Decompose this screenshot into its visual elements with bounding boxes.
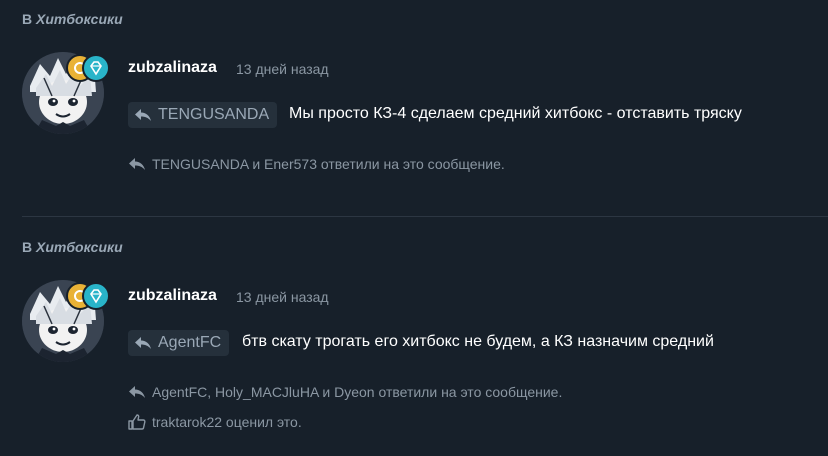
reply-quote-chip[interactable]: AgentFC <box>128 330 230 356</box>
quoted-user: TENGUSANDA <box>158 106 270 123</box>
diamond-badge-icon[interactable] <box>82 54 110 82</box>
post-timestamp[interactable]: 13 дней назад <box>236 289 329 305</box>
reply-arrow-icon <box>129 158 145 170</box>
section-name: Хитбоксики <box>36 11 123 27</box>
author-username[interactable]: zubzalinaza <box>128 59 217 77</box>
reply-arrow-icon <box>129 386 145 398</box>
section-prefix: В <box>22 11 33 27</box>
quoted-user: AgentFC <box>158 334 222 351</box>
post-timestamp[interactable]: 13 дней назад <box>236 61 329 77</box>
forum-section-link[interactable]: В Хитбоксики <box>22 239 123 255</box>
diamond-badge-icon[interactable] <box>82 282 110 310</box>
author-username[interactable]: zubzalinaza <box>128 287 217 305</box>
section-name: Хитбоксики <box>36 239 123 255</box>
replies-text: AgentFC, Holy_MACJluHA и Dyeon ответили … <box>152 384 563 400</box>
reply-arrow-icon <box>135 337 151 349</box>
message-text: Мы просто КЗ-4 сделаем средний хитбокс -… <box>289 105 742 122</box>
likes-summary[interactable]: traktarok22 оценил это. <box>128 414 302 430</box>
section-prefix: В <box>22 239 33 255</box>
replies-summary[interactable]: AgentFC, Holy_MACJluHA и Dyeon ответили … <box>128 384 562 400</box>
forum-section-link[interactable]: В Хитбоксики <box>22 11 123 27</box>
message-text: бтв скату трогать его хитбокс не будем, … <box>242 333 714 350</box>
post-divider <box>22 216 828 217</box>
reply-quote-chip[interactable]: TENGUSANDA <box>128 102 278 128</box>
replies-summary[interactable]: TENGUSANDA и Ener573 ответили на это соо… <box>128 156 505 172</box>
thumbs-up-icon <box>128 414 146 430</box>
replies-text: TENGUSANDA и Ener573 ответили на это соо… <box>152 156 505 172</box>
likes-text: traktarok22 оценил это. <box>152 414 302 430</box>
reply-arrow-icon <box>135 109 151 121</box>
